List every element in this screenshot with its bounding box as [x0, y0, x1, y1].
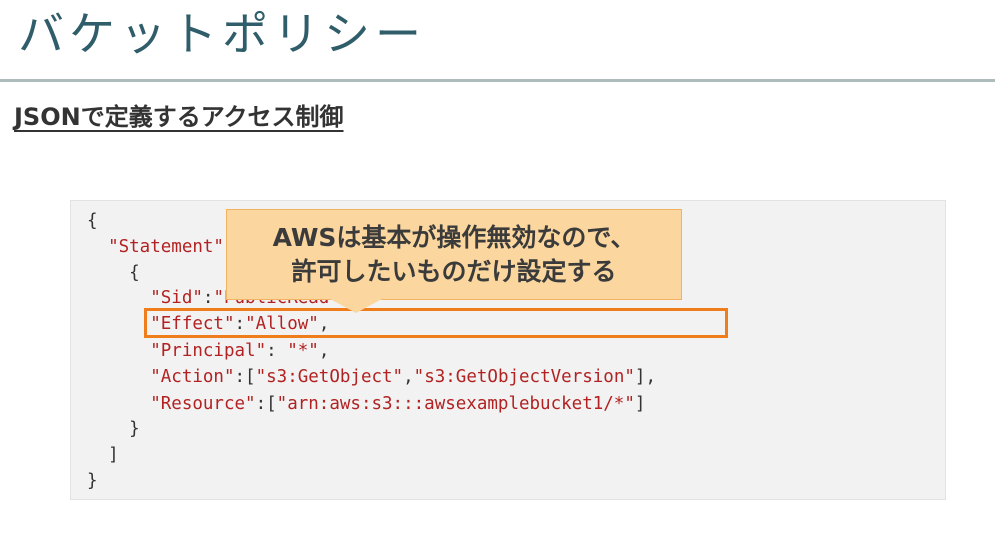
code-string: "s3:GetObjectVersion": [413, 367, 635, 387]
code-punctuation: ]: [634, 394, 646, 414]
code-punctuation: }: [87, 471, 98, 491]
code-punctuation: [87, 341, 150, 361]
effect-allow-highlight: [144, 308, 728, 338]
slide-title: バケットポリシー: [18, 7, 426, 61]
code-line: {: [87, 262, 140, 284]
code-punctuation: ]: [87, 445, 119, 465]
code-punctuation: :: [202, 288, 214, 308]
code-punctuation: :[: [234, 367, 256, 387]
code-line: ]: [87, 444, 119, 466]
code-string: "Principal": [150, 341, 267, 361]
code-string: "Statement": [108, 237, 224, 257]
code-punctuation: [87, 288, 150, 308]
code-line: "Statement":[: [87, 236, 245, 258]
code-line: "Action":["s3:GetObject","s3:GetObjectVe…: [87, 366, 656, 388]
code-punctuation: ],: [634, 367, 656, 387]
code-line: {: [87, 210, 98, 232]
code-punctuation: ,: [403, 367, 414, 387]
code-line: }: [87, 470, 98, 492]
code-punctuation: }: [87, 419, 140, 439]
code-line: }: [87, 418, 140, 440]
code-string: "Sid": [150, 288, 203, 308]
code-punctuation: [87, 367, 150, 387]
callout-pointer: [330, 299, 382, 313]
code-punctuation: :: [266, 341, 288, 361]
code-punctuation: [87, 237, 108, 257]
code-punctuation: [87, 394, 150, 414]
code-string: "*": [287, 341, 319, 361]
callout-line-1: AWSは基本が操作無効なので、: [272, 222, 636, 252]
callout-note: AWSは基本が操作無効なので、 許可したいものだけ設定する: [226, 209, 682, 300]
code-punctuation: {: [87, 211, 98, 231]
code-string: "arn:aws:s3:::awsexamplebucket1/*": [276, 394, 635, 414]
code-punctuation: :[: [255, 394, 277, 414]
code-line: "Principal": "*",: [87, 340, 329, 362]
code-punctuation: ,: [318, 341, 330, 361]
code-string: "Action": [150, 367, 235, 387]
code-string: "Resource": [150, 394, 256, 414]
code-string: "s3:GetObject": [255, 367, 404, 387]
code-punctuation: {: [87, 263, 140, 283]
callout-line-2: 許可したいものだけ設定する: [291, 256, 617, 286]
section-heading: JSONで定義するアクセス制御: [14, 103, 344, 131]
code-punctuation: [87, 314, 150, 334]
code-line: "Resource":["arn:aws:s3:::awsexamplebuck…: [87, 393, 645, 415]
title-divider: [0, 79, 995, 82]
